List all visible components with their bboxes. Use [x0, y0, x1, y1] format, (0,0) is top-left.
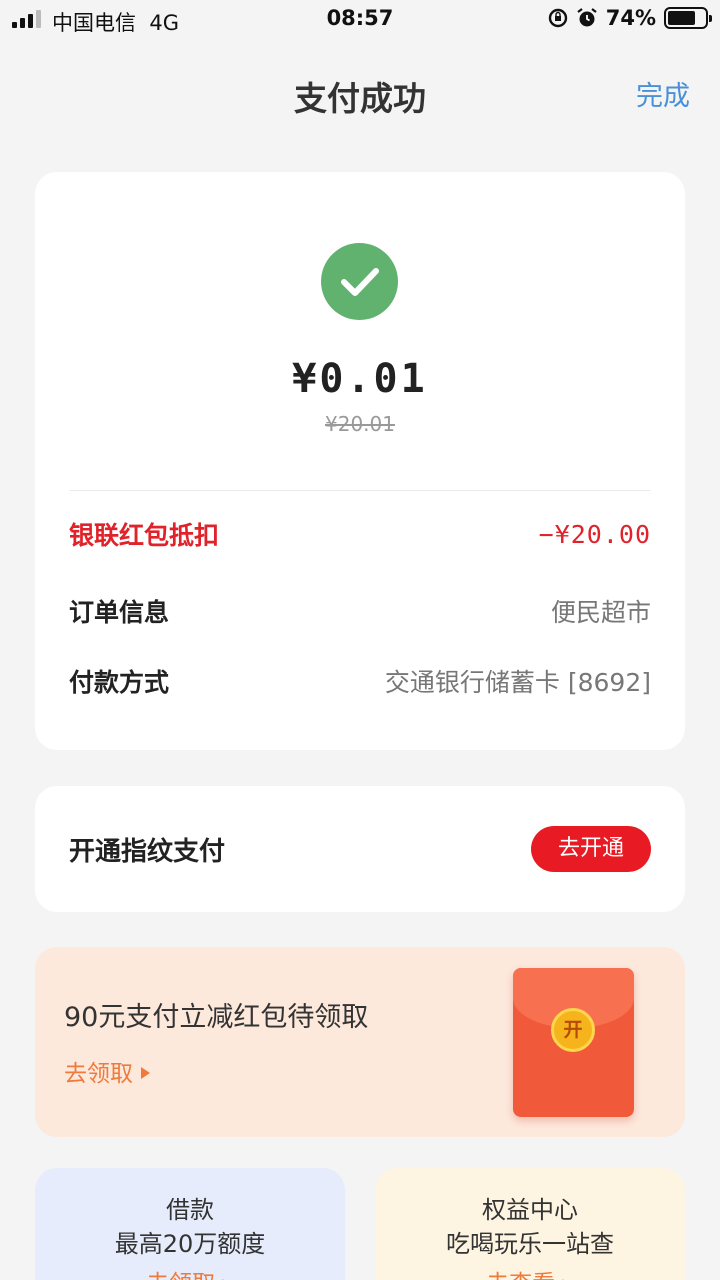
discount-row: 银联红包抵扣 −¥20.00 [69, 514, 651, 554]
page-title: 支付成功 [294, 79, 426, 118]
battery-percent: 74% [605, 6, 656, 30]
loan-tile-title: 借款 [166, 1196, 214, 1224]
rights-tile-subtitle: 吃喝玩乐一站查 [446, 1230, 614, 1258]
red-envelope-icon: 开 [513, 968, 634, 1117]
rights-tile-title: 权益中心 [482, 1196, 578, 1224]
order-info-label: 订单信息 [69, 598, 170, 627]
loan-tile-subtitle: 最高20万额度 [114, 1230, 266, 1258]
discount-value: −¥20.00 [538, 519, 651, 549]
loan-tile-link[interactable]: 去领取 ▸ [35, 1264, 345, 1280]
alarm-icon [577, 8, 597, 27]
order-info-value: 便民超市 [550, 598, 651, 627]
original-amount: ¥20.01 [325, 412, 395, 436]
rights-center-tile[interactable]: 权益中心 吃喝玩乐一站查 去查看 ▸ [375, 1168, 685, 1280]
success-check-icon [321, 243, 398, 320]
enable-fingerprint-button[interactable]: 去开通 [531, 826, 651, 872]
promo-claim-link[interactable]: 去领取 [64, 1054, 150, 1088]
arrow-right-icon [141, 1067, 150, 1079]
paid-amount: ¥0.01 [292, 356, 428, 402]
payment-method-row: 付款方式 交通银行储蓄卡 [8692] [69, 661, 651, 701]
rotation-lock-icon [548, 8, 567, 28]
fingerprint-label: 开通指纹支付 [69, 837, 226, 867]
loan-tile[interactable]: 借款 最高20万额度 去领取 ▸ [35, 1168, 345, 1280]
done-button[interactable]: 完成 [636, 74, 690, 113]
battery-icon [664, 7, 712, 29]
rights-tile-link[interactable]: 去查看 ▸ [375, 1264, 685, 1280]
promo-title: 90元支付立减红包待领取 [64, 1002, 369, 1033]
status-bar: 中国电信 4G 08:57 74% [0, 0, 720, 40]
envelope-coin: 开 [551, 1008, 595, 1052]
divider [69, 490, 651, 491]
order-info-row: 订单信息 便民超市 [69, 591, 651, 631]
red-packet-promo-banner[interactable]: 90元支付立减红包待领取 去领取 开 [35, 947, 685, 1137]
discount-label: 银联红包抵扣 [69, 521, 220, 550]
payment-method-value: 交通银行储蓄卡 [8692] [384, 668, 651, 697]
fingerprint-card: 开通指纹支付 去开通 [35, 786, 685, 912]
payment-result-card: ¥0.01 ¥20.01 银联红包抵扣 −¥20.00 订单信息 便民超市 付款… [35, 172, 685, 750]
payment-method-label: 付款方式 [69, 668, 170, 697]
